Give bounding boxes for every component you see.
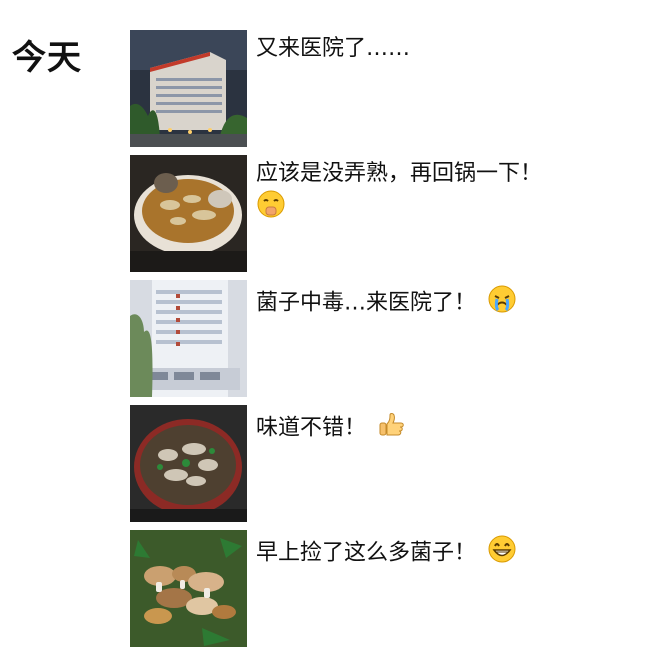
mushroom-hotpot-photo[interactable]	[130, 405, 247, 522]
post-text: 应该是没弄熟，再回锅一下！	[256, 161, 543, 186]
post-text: 味道不错！	[256, 415, 367, 441]
hospital-building-photo[interactable]	[130, 280, 247, 397]
mushroom-soup-pot-photo[interactable]	[130, 155, 247, 272]
hospital-night-photo[interactable]	[130, 30, 247, 147]
crying-face-emoji	[487, 284, 517, 323]
moment-post[interactable]: 菌子中毒…来医院了！	[130, 280, 630, 398]
moment-post[interactable]: 早上捡了这么多菌子！	[130, 530, 630, 648]
post-caption: 味道不错！	[256, 409, 616, 448]
shush-face-emoji	[256, 189, 286, 228]
grinning-face-emoji	[487, 534, 517, 573]
post-text: 早上捡了这么多菌子！	[256, 540, 477, 566]
post-caption: 又来医院了……	[256, 34, 616, 64]
moment-post[interactable]: 味道不错！	[130, 405, 630, 523]
post-caption: 应该是没弄熟，再回锅一下！	[256, 159, 616, 228]
post-text: 菌子中毒…来医院了！	[256, 290, 477, 316]
post-caption: 菌子中毒…来医院了！	[256, 284, 616, 323]
moment-post[interactable]: 应该是没弄熟，再回锅一下！	[130, 155, 630, 273]
wild-mushrooms-photo[interactable]	[130, 530, 247, 647]
moment-post[interactable]: 又来医院了……	[130, 30, 630, 148]
day-label: 今天	[12, 38, 82, 78]
post-text: 又来医院了……	[256, 36, 411, 61]
post-caption: 早上捡了这么多菌子！	[256, 534, 616, 573]
thumbs-up-emoji	[377, 409, 407, 448]
